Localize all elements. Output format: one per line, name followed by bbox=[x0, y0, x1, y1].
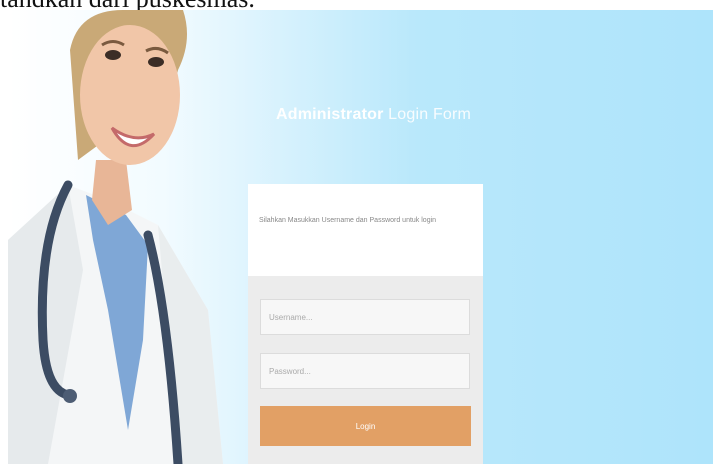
login-button[interactable]: Login bbox=[260, 406, 471, 446]
title-strong: Administrator bbox=[276, 106, 384, 123]
username-input[interactable] bbox=[260, 299, 470, 335]
page-title: Administrator Login Form bbox=[276, 106, 476, 124]
login-card: Silahkan Masukkan Username dan Password … bbox=[248, 184, 483, 464]
password-input[interactable] bbox=[260, 353, 470, 389]
title-light: Login Form bbox=[388, 106, 472, 123]
login-card-header: Silahkan Masukkan Username dan Password … bbox=[248, 184, 483, 276]
login-message: Silahkan Masukkan Username dan Password … bbox=[259, 217, 437, 224]
doctor-photo bbox=[8, 10, 278, 464]
login-screenshot: Administrator Login Form Silahkan Masukk… bbox=[8, 10, 713, 464]
